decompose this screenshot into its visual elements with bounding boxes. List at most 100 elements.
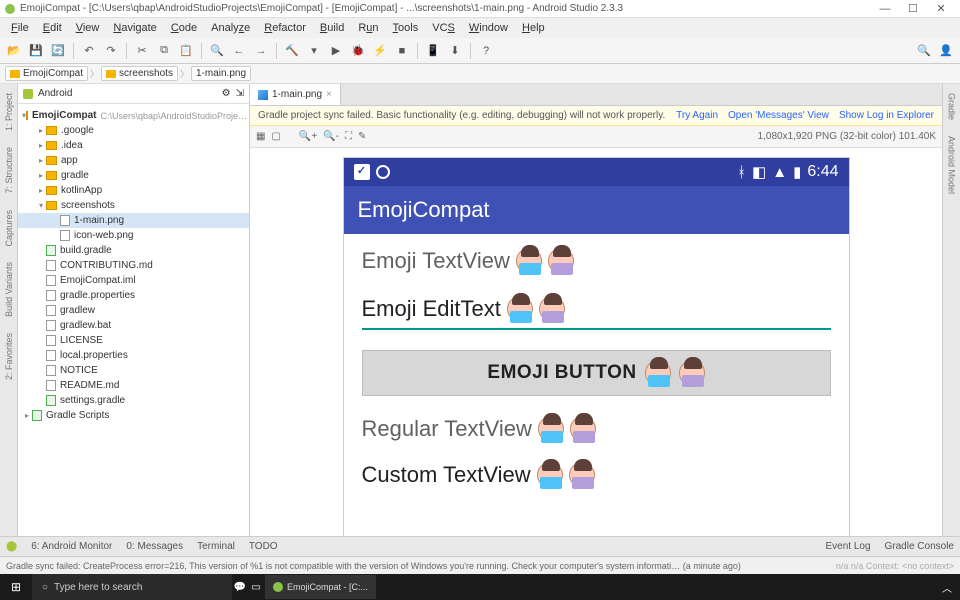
menu-vcs[interactable]: VCS <box>426 20 461 36</box>
tab-gradle-console[interactable]: Gradle Console <box>885 541 954 552</box>
tree-root[interactable]: ▾EmojiCompatC:\Users\qbap\AndroidStudioP… <box>18 108 249 123</box>
task-view-icon[interactable]: ▭ <box>248 579 264 595</box>
tree-item[interactable]: build.gradle <box>18 243 249 258</box>
debug-icon[interactable]: 🐞 <box>349 42 367 60</box>
menu-navigate[interactable]: Navigate <box>107 20 162 36</box>
tree-item[interactable]: ▸gradle <box>18 168 249 183</box>
avd-manager-icon[interactable]: 📱 <box>424 42 442 60</box>
menu-code[interactable]: Code <box>165 20 203 36</box>
tree-item[interactable]: gradlew.bat <box>18 318 249 333</box>
tree-item[interactable]: gradlew <box>18 303 249 318</box>
taskbar-app[interactable]: EmojiCompat - [C:... <box>265 575 376 599</box>
tree-item[interactable]: README.md <box>18 378 249 393</box>
undo-icon[interactable]: ↶ <box>80 42 98 60</box>
tree-item[interactable]: NOTICE <box>18 363 249 378</box>
help-icon[interactable]: ? <box>477 42 495 60</box>
save-icon[interactable]: 💾 <box>27 42 45 60</box>
start-button[interactable]: ⊞ <box>0 580 32 594</box>
tree-gradle-scripts[interactable]: ▸Gradle Scripts <box>18 408 249 423</box>
stop-icon[interactable]: ■ <box>393 42 411 60</box>
gutter-captures[interactable]: Captures <box>4 206 14 251</box>
tree-item[interactable]: ▾screenshots <box>18 198 249 213</box>
cortana-icon[interactable]: 💬 <box>232 579 248 595</box>
gutter-favorites[interactable]: 2: Favorites <box>4 329 14 384</box>
tab-event-log[interactable]: Event Log <box>825 541 870 552</box>
crumb-folder[interactable]: screenshots <box>101 66 178 81</box>
tab-terminal[interactable]: Terminal <box>197 541 235 552</box>
tree-mode-dropdown[interactable]: Android <box>38 88 72 99</box>
menu-help[interactable]: Help <box>516 20 551 36</box>
tree-collapse-icon[interactable]: ⇲ <box>236 88 244 99</box>
gutter-project[interactable]: 1: Project <box>4 89 14 135</box>
menu-tools[interactable]: Tools <box>387 20 425 36</box>
menu-build[interactable]: Build <box>314 20 350 36</box>
window-close-button[interactable]: ✕ <box>927 2 955 15</box>
back-icon[interactable]: ← <box>230 42 248 60</box>
forward-icon[interactable]: → <box>252 42 270 60</box>
crumb-project[interactable]: EmojiCompat <box>5 66 88 81</box>
notice-try-again-link[interactable]: Try Again <box>676 110 718 121</box>
menu-edit[interactable]: Edit <box>37 20 68 36</box>
gutter-build-variants[interactable]: Build Variants <box>4 258 14 321</box>
tree-item[interactable]: ▸kotlinApp <box>18 183 249 198</box>
tree-item[interactable]: ▸.google <box>18 123 249 138</box>
window-maximize-button[interactable]: ☐ <box>899 2 927 15</box>
apply-changes-icon[interactable]: ⚡ <box>371 42 389 60</box>
redo-icon[interactable]: ↷ <box>102 42 120 60</box>
gutter-android-model[interactable]: Android Model <box>947 132 957 198</box>
tab-android-monitor[interactable]: 6: Android Monitor <box>31 541 112 552</box>
tree-item[interactable]: ▸.idea <box>18 138 249 153</box>
search-everywhere-icon[interactable]: 🔍 <box>915 42 933 60</box>
system-tray[interactable]: ︿ <box>934 580 960 595</box>
notice-open-messages-link[interactable]: Open 'Messages' View <box>728 110 829 121</box>
paste-icon[interactable]: 📋 <box>177 42 195 60</box>
emoji-edittext[interactable]: Emoji EditText <box>362 294 831 330</box>
tree-body[interactable]: ▾EmojiCompatC:\Users\qbap\AndroidStudioP… <box>18 104 249 536</box>
gravatar-icon[interactable]: 👤 <box>937 42 955 60</box>
copy-icon[interactable]: ⧉ <box>155 42 173 60</box>
chevron-up-icon[interactable]: ︿ <box>942 580 952 595</box>
make-icon[interactable]: 🔨 <box>283 42 301 60</box>
menu-refactor[interactable]: Refactor <box>258 20 312 36</box>
cut-icon[interactable]: ✂ <box>133 42 151 60</box>
gutter-gradle[interactable]: Gradle <box>947 89 957 124</box>
tree-item[interactable]: EmojiCompat.iml <box>18 273 249 288</box>
tab-close-icon[interactable]: × <box>326 89 332 100</box>
menu-run[interactable]: Run <box>352 20 384 36</box>
gutter-structure[interactable]: 7: Structure <box>4 143 14 198</box>
menu-analyze[interactable]: Analyze <box>205 20 256 36</box>
image-canvas[interactable]: ✓ ᚼ ◧ ▲ ▮ 6:44 EmojiCompat Emoji TextVie… <box>250 148 942 536</box>
config-dropdown[interactable]: ▾ <box>305 42 323 60</box>
tree-item[interactable]: CONTRIBUTING.md <box>18 258 249 273</box>
tab-messages[interactable]: 0: Messages <box>126 541 183 552</box>
menu-window[interactable]: Window <box>463 20 514 36</box>
menu-file[interactable]: File <box>5 20 35 36</box>
sdk-manager-icon[interactable]: ⬇ <box>446 42 464 60</box>
sync-icon[interactable]: 🔄 <box>49 42 67 60</box>
tree-settings-icon[interactable]: ⚙ <box>222 88 231 99</box>
tree-item[interactable]: 1-main.png <box>18 213 249 228</box>
window-minimize-button[interactable]: — <box>871 3 899 15</box>
zoom-fit-icon[interactable]: ⛶ <box>345 131 352 142</box>
tree-item[interactable]: gradle.properties <box>18 288 249 303</box>
open-icon[interactable]: 📂 <box>5 42 23 60</box>
emoji-button[interactable]: EMOJI BUTTON <box>362 350 831 396</box>
find-icon[interactable]: 🔍 <box>208 42 226 60</box>
tree-item[interactable]: LICENSE <box>18 333 249 348</box>
editor-tab[interactable]: 1-main.png × <box>250 84 341 105</box>
grid-icon[interactable]: ▦ <box>256 131 265 142</box>
tree-item[interactable]: settings.gradle <box>18 393 249 408</box>
notice-show-log-link[interactable]: Show Log in Explorer <box>839 110 934 121</box>
color-picker-icon[interactable]: ✎ <box>358 131 366 142</box>
tab-todo[interactable]: TODO <box>249 541 278 552</box>
border-icon[interactable]: ▢ <box>271 131 280 142</box>
crumb-file[interactable]: 1-main.png <box>191 66 251 81</box>
run-icon[interactable]: ▶ <box>327 42 345 60</box>
tree-item[interactable]: local.properties <box>18 348 249 363</box>
taskbar-search[interactable]: ○ Type here to search <box>32 574 232 600</box>
tree-item[interactable]: icon-web.png <box>18 228 249 243</box>
menu-view[interactable]: View <box>70 20 106 36</box>
zoom-out-icon[interactable]: 🔍- <box>323 131 339 142</box>
zoom-in-icon[interactable]: 🔍+ <box>299 131 317 142</box>
tree-item[interactable]: ▸app <box>18 153 249 168</box>
